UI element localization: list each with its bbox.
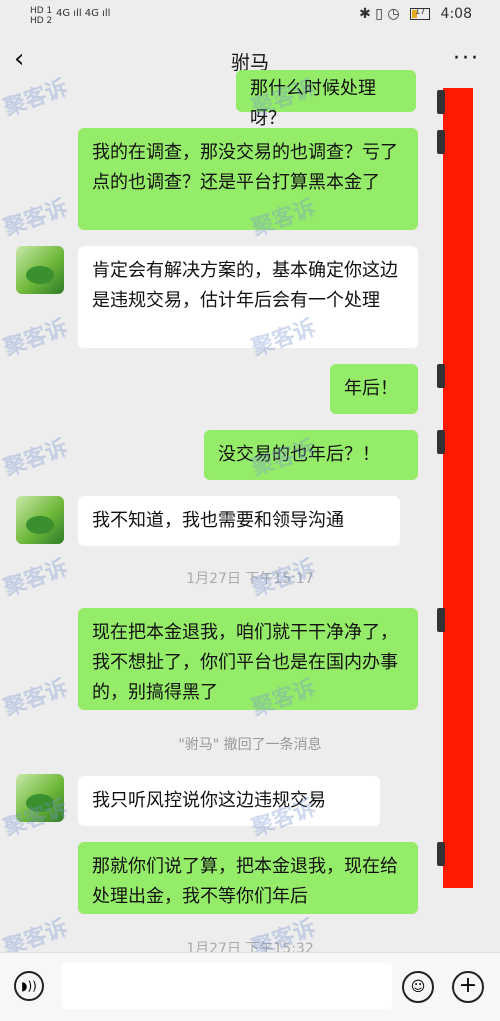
message-outgoing[interactable]: 现在把本金退我，咱们就干干净净了，我不想扯了，你们平台也是在国内办事的，别搞得黑… xyxy=(78,608,418,710)
sim-2-label: HD 2 xyxy=(30,16,53,26)
message-input[interactable] xyxy=(62,963,392,1009)
recall-notice: "驸马" 撤回了一条消息 xyxy=(178,737,322,753)
redacted-avatar-edge xyxy=(437,608,445,632)
message-incoming[interactable]: 我只听风控说你这边违规交易 xyxy=(78,776,380,826)
timestamp: 1月27日 下午15:17 xyxy=(186,571,314,587)
status-bar: HD 1 HD 2 4G ıll 4G ıll ✱ ▯ ◷ 17 4:08 xyxy=(0,0,500,32)
sim-1-label: HD 1 xyxy=(30,6,53,16)
redaction-bar xyxy=(443,88,473,888)
more-options-icon[interactable]: ··· xyxy=(453,46,480,71)
message-outgoing[interactable]: 那就你们说了算，把本金退我，现在给处理出金，我不等你们年后 xyxy=(78,842,418,914)
emoji-icon[interactable]: ☺ xyxy=(402,971,434,1003)
watermark: 聚客诉 xyxy=(0,195,72,242)
vibrate-icon: ▯ xyxy=(375,6,383,22)
watermark: 聚客诉 xyxy=(0,675,72,722)
clock: 4:08 xyxy=(440,6,472,22)
redacted-avatar-edge xyxy=(437,90,445,114)
message-outgoing[interactable]: 没交易的也年后？！ xyxy=(204,430,418,480)
watermark: 聚客诉 xyxy=(0,435,72,482)
battery-icon: 17 xyxy=(410,7,431,20)
status-right: ✱ ▯ ◷ 17 4:08 xyxy=(359,6,472,22)
message-outgoing[interactable]: 我的在调查，那没交易的也调查？亏了点的也调查？还是平台打算黑本金了 xyxy=(78,128,418,230)
contact-avatar[interactable] xyxy=(16,496,64,544)
redacted-avatar-edge xyxy=(437,842,445,866)
contact-avatar[interactable] xyxy=(16,246,64,294)
bluetooth-icon: ✱ xyxy=(359,6,371,22)
plus-icon[interactable]: + xyxy=(452,971,484,1003)
signal-strength: 4G ıll 4G ıll xyxy=(56,8,111,19)
battery-level: 17 xyxy=(415,7,426,16)
input-bar: ◗)) ☺ + xyxy=(0,952,500,1021)
redacted-avatar-edge xyxy=(437,430,445,454)
contact-avatar[interactable] xyxy=(16,774,64,822)
voice-icon[interactable]: ◗)) xyxy=(14,971,44,1001)
speed-icon: ◷ xyxy=(387,6,400,22)
message-incoming[interactable]: 肯定会有解决方案的，基本确定你这边是违规交易，估计年后会有一个处理 xyxy=(78,246,418,348)
sim-indicators: HD 1 HD 2 xyxy=(30,6,52,26)
message-incoming[interactable]: 我不知道，我也需要和领导沟通 xyxy=(78,496,400,546)
message-outgoing[interactable]: 那什么时候处理呀？ xyxy=(236,70,416,129)
redacted-avatar-edge xyxy=(437,364,445,388)
watermark: 聚客诉 xyxy=(0,315,72,362)
message-outgoing[interactable]: 年后！ xyxy=(330,364,418,414)
redacted-avatar-edge xyxy=(437,130,445,154)
